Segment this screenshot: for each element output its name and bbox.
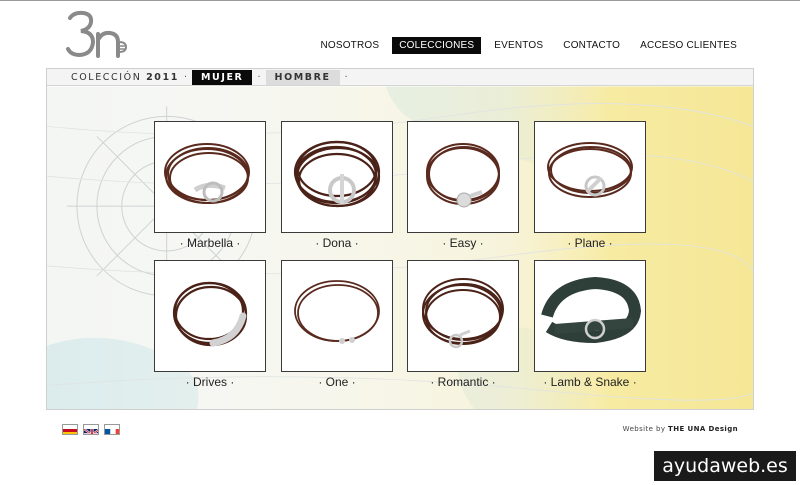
collection-subnav: COLECCIÓN 2011 · MUJER · HOMBRE · bbox=[47, 69, 753, 86]
bracelet-icon bbox=[294, 280, 380, 344]
collection-panel: COLECCIÓN 2011 · MUJER · HOMBRE · · Marb… bbox=[46, 68, 754, 410]
product-image[interactable] bbox=[154, 260, 266, 372]
product-image[interactable] bbox=[281, 121, 393, 233]
product-card-plane[interactable]: · Plane · bbox=[534, 121, 646, 250]
nav-acceso-clientes[interactable]: ACCESO CLIENTES bbox=[633, 37, 744, 54]
bracelet-icon bbox=[422, 278, 504, 349]
collection-year: 2011 bbox=[146, 71, 179, 83]
collection-label: COLECCIÓN bbox=[71, 71, 142, 83]
product-card-dona[interactable]: · Dona · bbox=[281, 121, 393, 250]
bracelet-icon bbox=[541, 276, 642, 344]
main-nav: NOSOTROS COLECCIONES EVENTOS CONTACTO AC… bbox=[313, 37, 744, 54]
nav-eventos[interactable]: EVENTOS bbox=[487, 37, 550, 54]
product-card-drives[interactable]: · Drives · bbox=[154, 260, 266, 389]
language-selector bbox=[62, 424, 120, 435]
separator: · bbox=[183, 71, 187, 83]
product-card-lamb-snake[interactable]: · Lamb & Snake · bbox=[534, 260, 646, 389]
credit-link[interactable]: THE UNA Design bbox=[668, 425, 738, 433]
product-card-one[interactable]: · One · bbox=[281, 260, 393, 389]
product-image[interactable] bbox=[281, 260, 393, 372]
bracelet-icon bbox=[293, 140, 381, 208]
product-caption[interactable]: · Easy · bbox=[407, 236, 519, 250]
product-image[interactable] bbox=[407, 260, 519, 372]
product-caption[interactable]: · Dona · bbox=[281, 236, 393, 250]
nav-contacto[interactable]: CONTACTO bbox=[556, 37, 627, 54]
nautical-map-background bbox=[47, 86, 753, 409]
nav-nosotros[interactable]: NOSOTROS bbox=[313, 37, 386, 54]
credit-prefix: Website by bbox=[622, 425, 666, 433]
bracelet-icon bbox=[547, 142, 633, 198]
tab-hombre[interactable]: HOMBRE bbox=[265, 69, 340, 85]
product-image[interactable] bbox=[407, 121, 519, 233]
product-image[interactable] bbox=[534, 260, 646, 372]
bracelet-icon bbox=[426, 143, 500, 208]
separator: · bbox=[257, 71, 261, 83]
nav-colecciones[interactable]: COLECCIONES bbox=[392, 37, 482, 54]
product-caption[interactable]: · Romantic · bbox=[407, 375, 519, 389]
bracelet-icon bbox=[164, 143, 250, 204]
product-card-marbella[interactable]: · Marbella · bbox=[154, 121, 266, 250]
logo-icon bbox=[66, 10, 128, 58]
product-caption[interactable]: · Lamb & Snake · bbox=[534, 375, 646, 389]
spain-flag-icon[interactable] bbox=[62, 424, 78, 435]
product-image[interactable] bbox=[534, 121, 646, 233]
france-flag-icon[interactable] bbox=[104, 424, 120, 435]
separator: · bbox=[344, 71, 348, 83]
product-caption[interactable]: · Drives · bbox=[154, 375, 266, 389]
watermark: ayudaweb.es bbox=[654, 451, 796, 481]
product-caption[interactable]: · Plane · bbox=[534, 236, 646, 250]
product-card-easy[interactable]: · Easy · bbox=[407, 121, 519, 250]
collection-title: COLECCIÓN 2011 bbox=[71, 72, 179, 83]
site-credit: Website by THE UNA Design bbox=[623, 425, 738, 433]
bracelet-icon bbox=[172, 281, 248, 347]
product-image[interactable] bbox=[154, 121, 266, 233]
product-caption[interactable]: · Marbella · bbox=[154, 236, 266, 250]
product-caption[interactable]: · One · bbox=[281, 375, 393, 389]
product-card-romantic[interactable]: · Romantic · bbox=[407, 260, 519, 389]
tab-mujer[interactable]: MUJER bbox=[191, 69, 253, 85]
top-border bbox=[0, 0, 800, 1]
logo[interactable] bbox=[64, 10, 136, 64]
uk-flag-icon[interactable] bbox=[83, 424, 99, 435]
